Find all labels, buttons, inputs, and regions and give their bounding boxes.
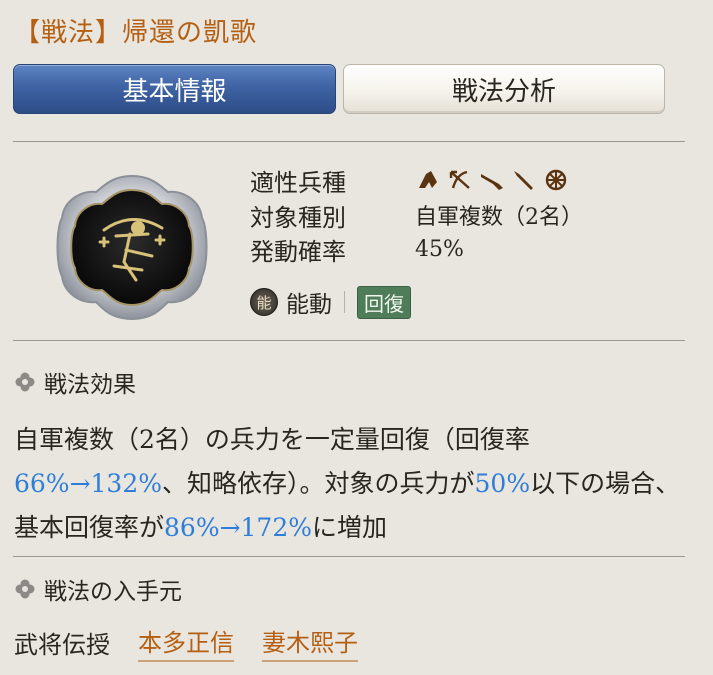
effect-heading-label: 戦法効果 xyxy=(44,372,136,398)
cavalry-icon xyxy=(419,171,437,188)
skill-emblem-icon xyxy=(56,174,208,321)
effect-value-highlight: 50% xyxy=(474,469,531,498)
target-label: 対象種別 xyxy=(250,203,346,232)
unit-type-label: 適性兵種 xyxy=(250,168,346,197)
divider xyxy=(13,141,685,142)
siege-wheel-icon xyxy=(545,169,567,191)
rate-label: 発動確率 xyxy=(250,237,346,266)
rate-row: 発動確率 45% xyxy=(250,233,464,266)
skill-title: 【戦法】帰還の凱歌 xyxy=(14,18,258,48)
effect-description: 自軍複数（2名）の兵力を一定量回復（回復率 66%→132%、知略依存）。対象の兵… xyxy=(14,418,694,550)
source-row: 武将伝授 本多正信 妻木熙子 xyxy=(14,623,358,662)
effect-text: 自軍複数（2名）の兵力を一定量回復（回復率 xyxy=(14,425,530,454)
separator xyxy=(344,291,345,313)
unit-type-icons xyxy=(415,168,569,192)
active-type-label: 能動 xyxy=(286,292,332,318)
effect-value-highlight: 86%→172% xyxy=(164,513,313,542)
clover-bullet-icon xyxy=(15,579,35,599)
general-link[interactable]: 妻木熙子 xyxy=(262,623,358,662)
divider xyxy=(13,556,685,557)
active-type-icon: 能 xyxy=(250,288,278,316)
tab-basic-info[interactable]: 基本情報 xyxy=(13,64,336,114)
source-label: 武将伝授 xyxy=(14,630,110,659)
rate-value: 45% xyxy=(415,236,464,262)
clover-bullet-icon xyxy=(15,372,35,392)
source-heading-label: 戦法の入手元 xyxy=(44,579,182,605)
effect-heading: 戦法効果 xyxy=(14,366,136,398)
tab-skill-analysis[interactable]: 戦法分析 xyxy=(343,64,665,114)
target-row: 対象種別 自軍複数（2名） xyxy=(250,199,583,232)
bow-icon xyxy=(449,170,470,189)
effect-text: 、知略依存）。対象の兵力が xyxy=(162,469,475,498)
skill-type-row: 能 能動 回復 xyxy=(250,284,411,320)
recover-tag: 回復 xyxy=(357,285,411,319)
effect-text: に増加 xyxy=(312,513,388,542)
gun-icon xyxy=(481,174,503,190)
divider xyxy=(13,340,685,341)
spear-icon xyxy=(514,171,533,190)
general-link[interactable]: 本多正信 xyxy=(138,623,234,662)
unit-type-row: 適性兵種 xyxy=(250,164,569,197)
target-value: 自軍複数（2名） xyxy=(415,205,583,230)
effect-value-highlight: 66%→132% xyxy=(14,469,162,498)
source-heading: 戦法の入手元 xyxy=(14,573,182,605)
